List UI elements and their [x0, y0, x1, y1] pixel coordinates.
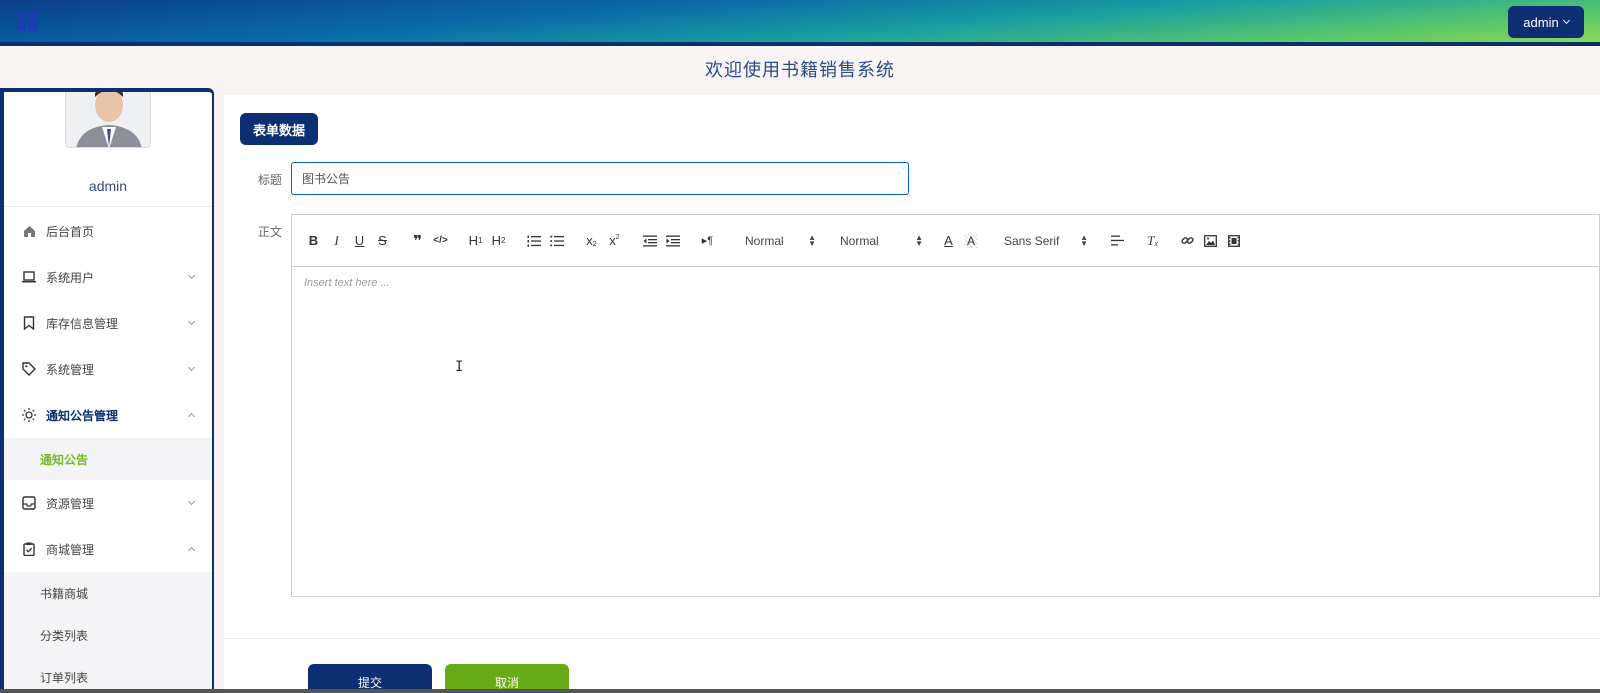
subscript-icon[interactable]: x2 — [580, 230, 603, 252]
sun-icon — [22, 408, 36, 422]
sidebar-subitem-category-list[interactable]: 分类列表 — [4, 614, 212, 656]
link-icon[interactable] — [1176, 230, 1199, 252]
select-arrows-icon: ▲ ▼ — [1080, 232, 1088, 248]
divider — [4, 206, 212, 207]
chevron-down-icon — [1562, 16, 1570, 25]
sidebar-item-mall-manage[interactable]: 商城管理 — [4, 526, 212, 572]
header-select-label: Normal — [840, 233, 879, 248]
sidebar-subitem-notice[interactable]: 通知公告 — [4, 438, 212, 480]
font-select[interactable]: Sans Serif ▲ ▼ — [1004, 230, 1094, 252]
chevron-down-icon — [187, 317, 196, 326]
chevron-up-icon — [187, 412, 196, 421]
sidebar: admin 后台首页 系统用户 库存信息管理 系统管理 通知公告管理 通知公告 … — [0, 88, 214, 693]
sidebar-item-notice-manage[interactable]: 通知公告管理 — [4, 392, 212, 438]
sidebar-item-label: 通知公告管理 — [46, 408, 119, 423]
sidebar-item-inventory[interactable]: 库存信息管理 — [4, 300, 212, 346]
font-select-label: Sans Serif — [1004, 233, 1060, 248]
outdent-icon[interactable] — [638, 230, 661, 252]
sidebar-subitem-book-mall[interactable]: 书籍商城 — [4, 572, 212, 614]
italic-icon[interactable]: I — [325, 230, 348, 252]
sidebar-item-label: 资源管理 — [46, 496, 95, 511]
blockquote-icon[interactable]: ❞ — [406, 230, 429, 252]
grid-menu-icon[interactable] — [17, 11, 37, 31]
chevron-down-icon — [187, 363, 196, 372]
superscript-icon[interactable]: x2 — [603, 230, 626, 252]
sidebar-item-label: 系统用户 — [46, 270, 95, 285]
clipboard-check-icon — [22, 542, 36, 556]
size-select-label: Normal — [745, 233, 784, 248]
sidebar-item-label: 商城管理 — [46, 542, 95, 557]
rich-text-editor: B I U S ❞ </> H1 H2 x2 x2 ▸¶ Normal ▲ ▼ … — [291, 214, 1600, 597]
bottom-scrollbar[interactable] — [0, 689, 1600, 693]
chevron-down-icon — [187, 497, 196, 506]
divider — [224, 638, 1600, 639]
text-direction-icon[interactable]: ▸¶ — [696, 230, 719, 252]
clear-format-icon[interactable]: Tx — [1141, 230, 1164, 252]
chevron-up-icon — [187, 546, 196, 555]
heading2-icon[interactable]: H2 — [487, 230, 510, 252]
bold-icon[interactable]: B — [302, 230, 325, 252]
sidebar-item-label: 后台首页 — [46, 224, 95, 239]
sidebar-menu: 后台首页 系统用户 库存信息管理 系统管理 通知公告管理 通知公告 资源管理 商… — [4, 208, 212, 693]
background-color-icon[interactable]: A — [964, 233, 978, 248]
avatar — [65, 92, 151, 148]
chevron-down-icon — [187, 271, 196, 280]
sidebar-item-system-manage[interactable]: 系统管理 — [4, 346, 212, 392]
align-icon[interactable] — [1106, 230, 1129, 252]
editor-content-area[interactable]: Insert text here ... — [292, 267, 1599, 596]
indent-icon[interactable] — [661, 230, 684, 252]
video-icon[interactable] — [1222, 230, 1245, 252]
select-arrows-icon: ▲ ▼ — [915, 232, 923, 248]
ordered-list-icon[interactable] — [522, 230, 545, 252]
size-select[interactable]: Normal ▲ ▼ — [745, 230, 830, 252]
form-data-tag: 表单数据 — [240, 113, 318, 145]
sidebar-item-resource-manage[interactable]: 资源管理 — [4, 480, 212, 526]
home-icon — [22, 224, 36, 238]
bullet-list-icon[interactable] — [545, 230, 568, 252]
select-arrows-icon: ▲ ▼ — [808, 232, 816, 248]
sidebar-item-home[interactable]: 后台首页 — [4, 208, 212, 254]
title-label: 标题 — [258, 173, 283, 187]
underline-icon[interactable]: U — [348, 230, 371, 252]
user-menu-label: admin — [1523, 14, 1559, 30]
sidebar-item-label: 库存信息管理 — [46, 316, 119, 331]
body-label: 正文 — [258, 225, 283, 239]
image-icon[interactable] — [1199, 230, 1222, 252]
sidebar-item-system-users[interactable]: 系统用户 — [4, 254, 212, 300]
sidebar-username: admin — [88, 178, 128, 194]
inbox-icon — [22, 496, 36, 510]
heading1-icon[interactable]: H1 — [464, 230, 487, 252]
editor-placeholder: Insert text here ... — [304, 277, 390, 289]
title-input[interactable] — [291, 162, 909, 195]
top-bar: admin — [0, 0, 1600, 46]
strikethrough-icon[interactable]: S — [371, 230, 394, 252]
bookmark-icon — [22, 316, 36, 330]
page-title: 欢迎使用书籍销售系统 — [705, 60, 895, 80]
main-panel: 表单数据 标题 正文 B I U S ❞ </> H1 H2 x2 x2 — [224, 95, 1600, 693]
user-menu-button[interactable]: admin — [1508, 6, 1584, 38]
code-block-icon[interactable]: </> — [429, 230, 452, 252]
tag-icon — [22, 362, 36, 376]
text-cursor-icon: I — [455, 359, 464, 375]
laptop-icon — [22, 270, 36, 284]
sidebar-item-label: 系统管理 — [46, 362, 95, 377]
header-select[interactable]: Normal ▲ ▼ — [840, 230, 925, 252]
text-color-icon[interactable]: A — [937, 230, 960, 252]
editor-toolbar: B I U S ❞ </> H1 H2 x2 x2 ▸¶ Normal ▲ ▼ … — [292, 215, 1599, 267]
sidebar-subitem-order-list[interactable]: 订单列表 — [4, 656, 212, 693]
